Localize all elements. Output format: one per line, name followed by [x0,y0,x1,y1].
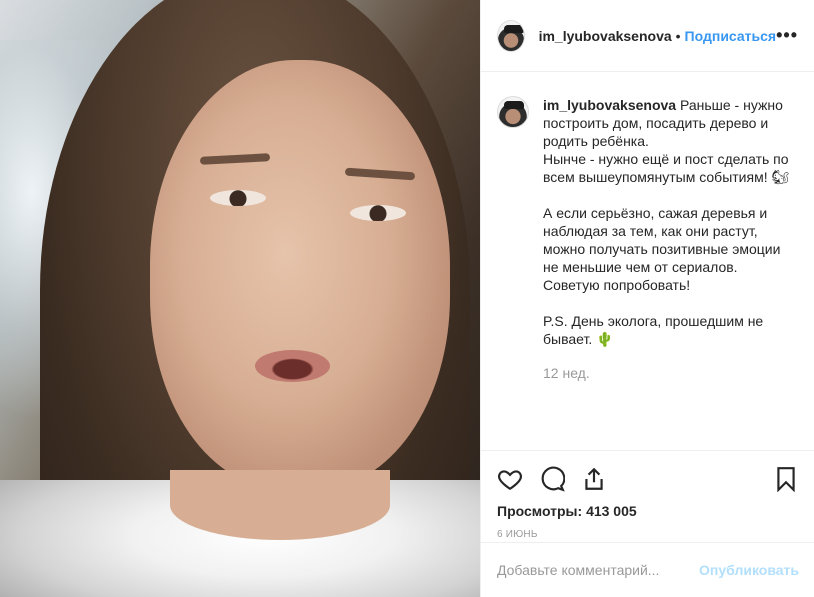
post-sidebar: im_lyubovaksenova • Подписаться ••• im_l… [480,0,814,597]
separator-dot: • [675,27,681,44]
comments-section: im_lyubovaksenova Раньше - нужно построи… [481,72,814,386]
caption-paragraph-2: А если серьёзно, сажая деревья и наблюда… [543,205,781,293]
avatar[interactable] [497,19,525,52]
follow-button[interactable]: Подписаться [685,28,777,44]
comment-input[interactable] [497,562,697,578]
mouth [255,350,330,382]
bookmark-icon[interactable] [773,466,799,492]
instagram-post: im_lyubovaksenova • Подписаться ••• im_l… [0,0,814,597]
post-comment-button[interactable]: Опубликовать [699,562,799,578]
comment-icon[interactable] [539,466,565,492]
caption-username[interactable]: im_lyubovaksenova [543,97,676,113]
header-username[interactable]: im_lyubovaksenova [539,28,672,44]
right-eye [350,205,406,221]
views-label: Просмотры: [497,503,583,519]
post-date[interactable]: 6 ИЮНЬ [497,529,799,540]
neck [170,470,390,540]
face-shape [150,60,450,490]
caption-timestamp[interactable]: 12 нед. [543,364,798,382]
views-count: Просмотры: 413 005 [497,503,799,519]
post-header: im_lyubovaksenova • Подписаться ••• [481,0,814,72]
more-options-icon[interactable]: ••• [776,25,798,46]
heart-icon[interactable] [497,466,523,492]
post-video[interactable] [0,0,480,597]
share-icon[interactable] [581,466,607,492]
caption-paragraph-3: P.S. День эколога, прошедшим не бывает. … [543,313,764,347]
views-value: 413 005 [586,503,637,519]
caption-body: im_lyubovaksenova Раньше - нужно построи… [543,96,798,382]
left-eye [210,190,266,206]
caption: im_lyubovaksenova Раньше - нужно построи… [497,96,798,382]
comment-form: Опубликовать [481,542,814,597]
caption-avatar[interactable] [497,96,529,128]
action-icons [497,459,799,499]
action-bar: Просмотры: 413 005 6 ИЮНЬ [481,450,814,540]
